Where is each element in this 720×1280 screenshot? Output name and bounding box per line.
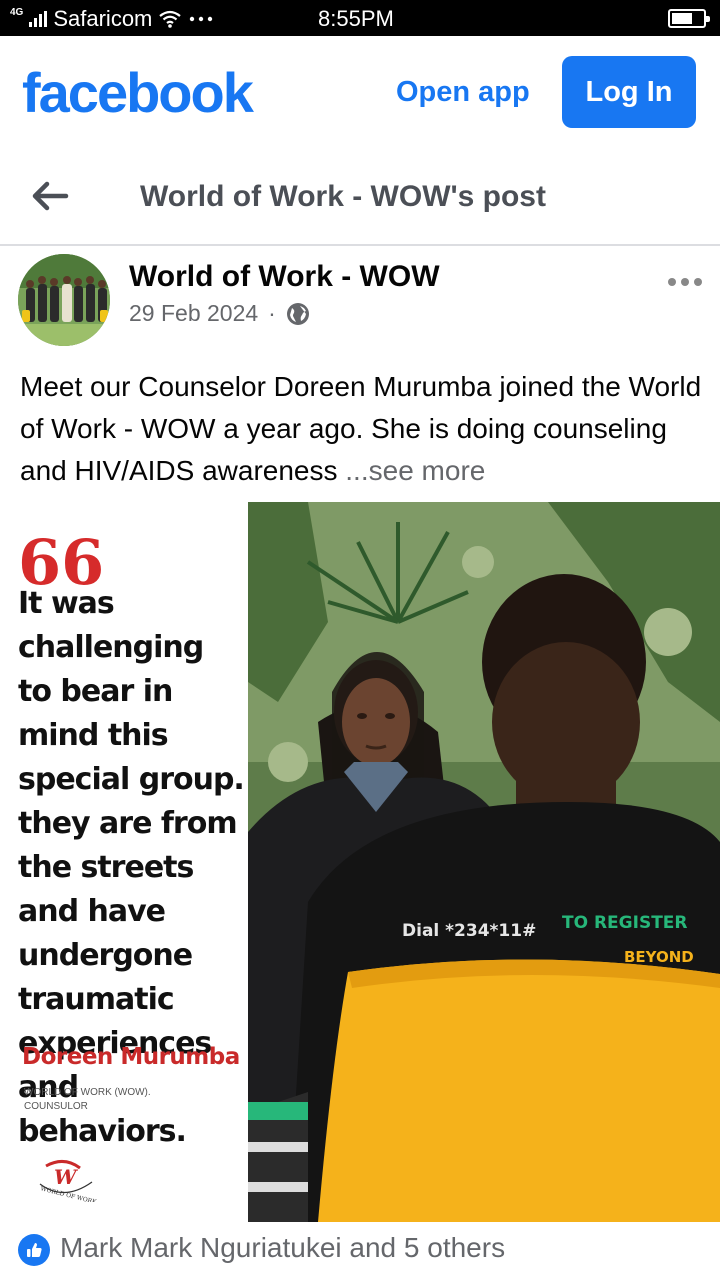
signal-icon — [29, 11, 48, 27]
login-button[interactable]: Log In — [562, 56, 696, 128]
post-nav-bar: World of Work - WOW's post — [0, 148, 720, 246]
status-time: 8:55PM — [318, 6, 394, 31]
avatar[interactable] — [18, 254, 110, 346]
post-image[interactable]: 66 It was challenging to bear in mind th… — [0, 502, 720, 1222]
shirt-register-text: TO REGISTER — [562, 913, 688, 933]
post-caption: Meet our Counselor Doreen Murumba joined… — [20, 366, 710, 492]
svg-text:W: W — [54, 1165, 79, 1189]
like-icon — [18, 1234, 50, 1266]
battery-icon — [668, 9, 710, 28]
status-left: 4G Safaricom — [10, 6, 214, 32]
quote-author: Doreen Murumba — [22, 1044, 240, 1070]
quote-author-role: WORLD OF WORK (WOW). COUNSULOR — [24, 1086, 151, 1114]
facebook-logo[interactable]: facebook — [22, 60, 254, 125]
status-bar: 4G Safaricom 8:55PM — [0, 0, 720, 36]
wifi-icon — [159, 10, 182, 28]
post-meta: 29 Feb 2024 · — [129, 300, 310, 327]
network-type: 4G — [10, 7, 24, 18]
globe-icon — [286, 302, 309, 325]
meta-separator: · — [268, 300, 276, 326]
page-title: World of Work - WOW's post — [140, 180, 546, 213]
app-header: facebook Open app Log In — [0, 36, 720, 148]
counseling-photo: Dial *234*11# TO REGISTER BEYOND — [248, 502, 720, 1222]
more-dots-icon[interactable] — [668, 278, 702, 286]
see-more-link[interactable]: ...see more — [345, 455, 485, 486]
post-date[interactable]: 29 Feb 2024 — [129, 300, 258, 327]
post-header: World of Work - WOW 29 Feb 2024 · — [0, 248, 720, 358]
more-status-icon — [190, 16, 213, 22]
role-line-1: WORLD OF WORK (WOW). — [24, 1087, 151, 1098]
role-line-2: COUNSULOR — [24, 1101, 88, 1112]
reactions-text[interactable]: Mark Mark Nguriatukei and 5 others — [60, 1232, 505, 1264]
quote-panel: 66 It was challenging to bear in mind th… — [0, 502, 248, 1222]
author-name[interactable]: World of Work - WOW — [129, 260, 440, 294]
back-arrow-icon[interactable] — [30, 178, 70, 214]
open-app-link[interactable]: Open app — [396, 76, 530, 109]
carrier-name: Safaricom — [53, 6, 153, 31]
reactions-bar[interactable]: Mark Mark Nguriatukei and 5 others — [0, 1222, 720, 1280]
shirt-beyond-text: BEYOND — [624, 948, 694, 966]
world-of-work-logo-icon: W WORLD OF WORK — [39, 1160, 98, 1202]
shirt-dial-text: Dial *234*11# — [402, 921, 536, 941]
